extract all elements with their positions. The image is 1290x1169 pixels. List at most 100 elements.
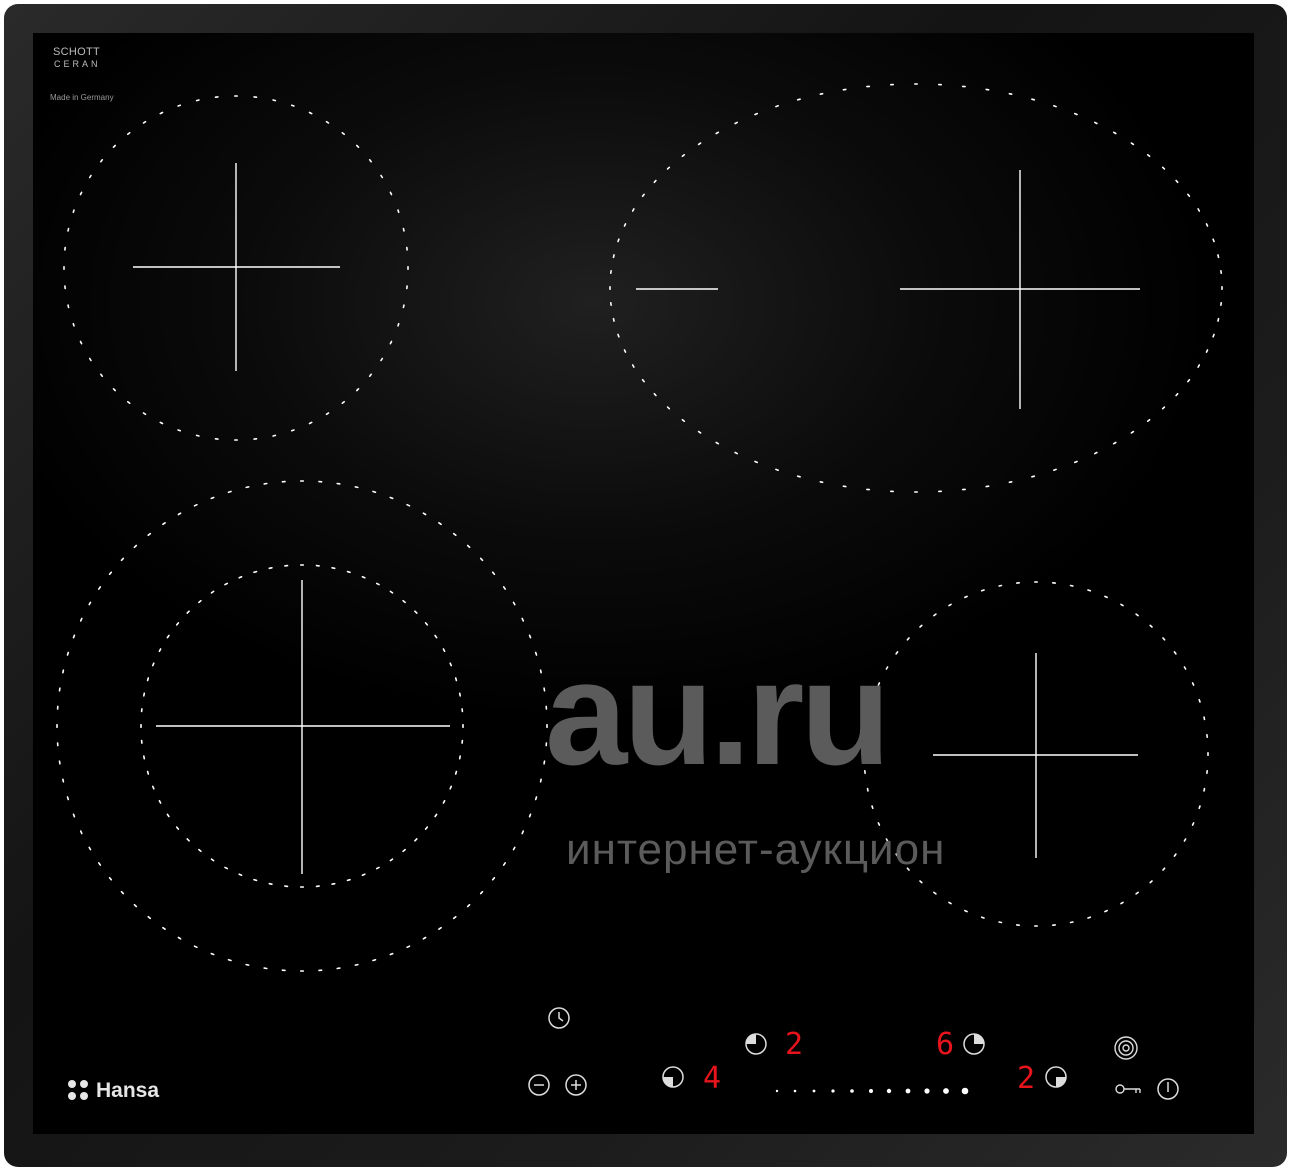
zone-rear-left-outline — [402, 304, 405, 309]
zone-front-left-inner-outline — [253, 878, 258, 882]
zone-front-left-inner-outline — [146, 770, 150, 775]
zone-rear-right-outline — [1205, 223, 1209, 227]
zone-rear-left-outline — [308, 111, 313, 115]
zone-rear-right-outline — [1094, 121, 1098, 125]
zone-rear-left-outline — [397, 322, 400, 327]
zone-front-left-inner-outline — [414, 838, 418, 842]
zone-rear-right-outline — [617, 333, 620, 338]
zone-rear-right-outline — [1112, 441, 1117, 445]
zone-front-left-inner-outline — [198, 599, 202, 604]
zone-front-right-outline — [1149, 880, 1153, 884]
zone-front-left-inner-outline — [414, 610, 418, 614]
zone-front-right-outline — [1191, 682, 1195, 686]
zone-front-left-inner-outline — [198, 848, 202, 853]
zone-front-left-inner-outline — [402, 599, 406, 604]
zone-rear-left-outline — [72, 209, 75, 214]
zone-front-left-outer-outline — [245, 963, 250, 966]
zone-front-left-inner-outline — [389, 858, 394, 862]
zone-front-left-outer-outline — [147, 532, 152, 537]
zone-front-left-inner-outline — [224, 866, 229, 870]
zone-rear-left-outline — [355, 144, 360, 148]
zone-front-left-inner-outline — [346, 570, 351, 574]
zone-rear-right-outline — [1031, 98, 1036, 101]
ceran-logo: CERAN — [54, 59, 101, 69]
zone-front-left-outer-outline — [72, 634, 76, 639]
zone-front-left-inner-outline — [143, 755, 146, 760]
zone-indicator-icon[interactable] — [744, 1032, 768, 1056]
zone-rear-right-outline — [681, 418, 686, 423]
key-lock-icon[interactable] — [1114, 1081, 1142, 1097]
zone-rear-right-outline — [754, 460, 759, 464]
zone-rear-right-outline — [612, 317, 615, 322]
zone-front-left-outer-outline — [72, 813, 76, 818]
zone-rear-right-outline — [796, 98, 801, 101]
zone-rear-left-outline — [127, 400, 131, 405]
zone-front-right-outline — [1173, 651, 1177, 655]
zone-front-right-outline — [1191, 822, 1195, 826]
zone-front-right-outline — [1135, 613, 1139, 617]
zone-rear-left-outline — [272, 99, 277, 102]
zone-front-left-outer-outline — [66, 651, 70, 656]
zone-front-left-inner-outline — [152, 785, 155, 790]
zone-rear-right-outline — [617, 238, 620, 243]
zone-rear-left-outline — [88, 357, 92, 362]
zone-front-right-outline — [1087, 916, 1092, 919]
schott-logo: SCHOTT — [53, 46, 101, 58]
watermark-subtitle: интернет-аукцион — [566, 825, 946, 874]
zone-front-left-inner-outline — [442, 799, 446, 804]
zone-front-left-inner-outline — [389, 590, 394, 594]
zone-front-left-outer-outline — [147, 915, 152, 920]
zone-front-left-outer-outline — [120, 557, 125, 562]
zone-rear-left-outline — [290, 104, 295, 107]
zone-rear-right-outline — [666, 406, 671, 410]
zone-rear-right-outline — [697, 142, 702, 146]
zone-front-left-outer-outline — [133, 544, 138, 549]
zone-front-right-outline — [980, 589, 985, 592]
zone-rear-left-outline — [142, 412, 147, 416]
zone-rear-right-outline — [1161, 406, 1166, 410]
zone-rear-left-outline — [325, 412, 330, 416]
display-zone-rear-left: 2 — [785, 1027, 804, 1062]
minus-icon[interactable] — [527, 1073, 551, 1097]
plus-icon[interactable] — [564, 1073, 588, 1097]
zone-front-left-outer-outline — [227, 958, 232, 962]
zone-front-right-outline — [919, 880, 923, 884]
zone-rear-left-outline — [100, 373, 104, 378]
zone-rear-right-outline — [1031, 475, 1036, 478]
zone-indicator-icon[interactable] — [661, 1065, 685, 1089]
zone-front-left-outer-outline — [354, 486, 359, 489]
zone-front-left-outer-outline — [193, 945, 198, 949]
zone-front-left-outer-outline — [120, 890, 125, 895]
zone-front-right-outline — [933, 613, 937, 617]
zone-front-left-inner-outline — [238, 575, 243, 579]
zone-front-left-outer-outline — [521, 830, 525, 835]
power-icon[interactable] — [1155, 1076, 1181, 1102]
booster-icon[interactable] — [1113, 1035, 1139, 1061]
zone-rear-right-outline — [715, 441, 720, 445]
zone-rear-left-outline — [272, 434, 277, 437]
zone-front-left-inner-outline — [454, 770, 458, 775]
zone-indicator-icon[interactable] — [962, 1032, 986, 1056]
zone-front-left-inner-outline — [375, 866, 380, 870]
zone-front-left-outer-outline — [210, 496, 215, 500]
zone-front-left-inner-outline — [442, 648, 446, 653]
zone-front-left-inner-outline — [361, 873, 366, 877]
zone-front-right-outline — [964, 909, 968, 913]
zone-front-right-outline — [1203, 787, 1206, 792]
zone-rear-right-outline — [1130, 142, 1135, 146]
zone-front-left-outer-outline — [466, 544, 471, 549]
zone-front-left-inner-outline — [166, 813, 170, 818]
clock-icon[interactable] — [546, 1005, 572, 1031]
zone-indicator-icon[interactable] — [1044, 1065, 1068, 1089]
zone-rear-left-outline — [368, 373, 373, 378]
zone-front-left-inner-outline — [253, 570, 258, 574]
zone-front-left-inner-outline — [158, 799, 162, 804]
cooking-zones — [56, 83, 1223, 1095]
zone-front-left-outer-outline — [502, 862, 507, 866]
zone-rear-left-outline — [159, 111, 164, 115]
zone-front-right-outline — [1087, 589, 1092, 592]
zone-front-left-inner-outline — [458, 692, 462, 697]
zone-front-right-outline — [1198, 698, 1201, 703]
power-slider — [775, 1087, 969, 1095]
zone-front-right-outline — [919, 624, 923, 628]
